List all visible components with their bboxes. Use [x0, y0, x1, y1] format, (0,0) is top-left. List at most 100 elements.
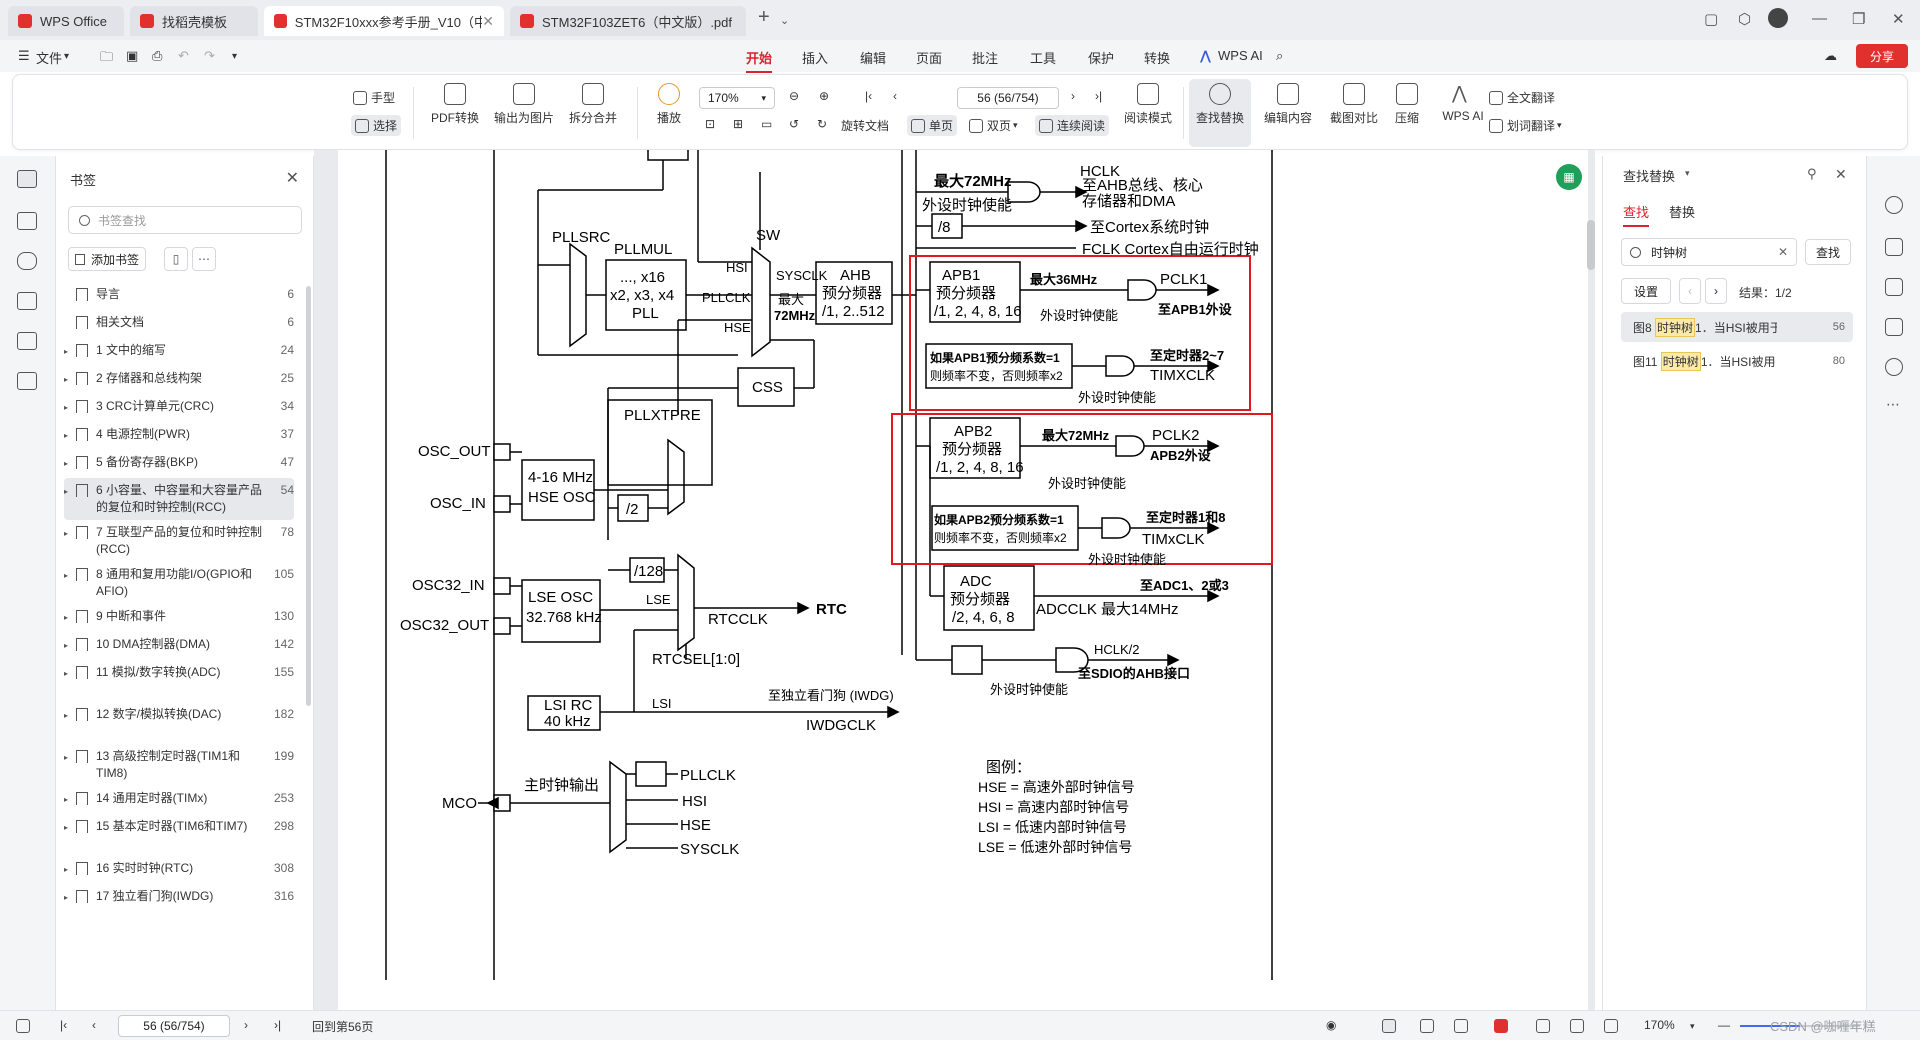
- search-icon[interactable]: ⌕: [1276, 48, 1283, 64]
- expand-arrow-icon[interactable]: ▸: [64, 861, 74, 878]
- avatar[interactable]: [1768, 8, 1788, 28]
- screenshot-compare-button[interactable]: 截图对比: [1323, 83, 1385, 126]
- menu-protect[interactable]: 保护: [1088, 48, 1114, 67]
- bookmark-item[interactable]: ▸ 13 高级控制定时器(TIM1和TIM8) 199: [64, 744, 294, 786]
- hand-tool-button[interactable]: 手型: [353, 89, 395, 106]
- open-folder-icon[interactable]: 🗀: [100, 48, 113, 70]
- wps-ai-button[interactable]: ⋀ WPS AI: [1433, 83, 1493, 123]
- double-page-button[interactable]: 双页 ▾: [969, 117, 1018, 134]
- fit-icon[interactable]: ⊡: [705, 117, 715, 131]
- bookmark-item[interactable]: ▸ 10 DMA控制器(DMA) 142: [64, 632, 294, 658]
- layers-icon[interactable]: [17, 372, 37, 390]
- expand-arrow-icon[interactable]: ▸: [64, 819, 74, 836]
- expand-arrow-icon[interactable]: ▸: [64, 637, 74, 654]
- back-to-page-link[interactable]: 回到第56页: [312, 1018, 373, 1035]
- edit-content-button[interactable]: 编辑内容: [1257, 83, 1319, 126]
- undo-icon[interactable]: ↶: [178, 48, 189, 64]
- next-page-icon[interactable]: ›: [1071, 89, 1075, 103]
- pin-icon[interactable]: ⚲: [1807, 166, 1817, 182]
- expand-arrow-icon[interactable]: ▸: [64, 371, 74, 388]
- expand-arrow-icon[interactable]: ▸: [64, 525, 74, 542]
- bookmark-item[interactable]: ▸ 12 数字/模拟转换(DAC) 182: [64, 702, 294, 728]
- full-translate-button[interactable]: 全文翻译: [1489, 89, 1555, 106]
- last-page-icon[interactable]: ›|: [1095, 89, 1102, 103]
- clear-icon[interactable]: ✕: [1778, 245, 1788, 259]
- menu-tools[interactable]: 工具: [1030, 48, 1056, 67]
- bookmark-item[interactable]: ▸ 3 CRC计算单元(CRC) 34: [64, 394, 294, 420]
- expand-arrow-icon[interactable]: ▸: [64, 567, 74, 584]
- crop-icon[interactable]: [1604, 1019, 1618, 1033]
- bookmark-item[interactable]: ▸ 5 备份寄存器(BKP) 47: [64, 450, 294, 476]
- prev-result-icon[interactable]: ‹: [1679, 278, 1701, 304]
- search-result-item[interactable]: 图8 时钟树 1．当HSI被用于 56: [1621, 312, 1853, 342]
- bookmark-item[interactable]: 导言 6: [64, 282, 294, 307]
- pdf-convert-button[interactable]: PDF转换: [425, 83, 485, 126]
- layout-icon[interactable]: ▢: [1704, 10, 1718, 28]
- tab-find[interactable]: 查找: [1623, 202, 1650, 227]
- bookmark-item[interactable]: ▸ 6 小容量、中容量和大容量产品的复位和时钟控制(RCC) 54: [64, 478, 294, 520]
- search-result-item[interactable]: 图11 时钟树 1．当HSI被用 80: [1621, 346, 1853, 376]
- file-menu[interactable]: 文件: [36, 48, 62, 67]
- transform-icon[interactable]: [1885, 238, 1903, 256]
- add-bookmark-button[interactable]: 添加书签: [68, 247, 147, 271]
- zoom-out-icon[interactable]: —: [1718, 1018, 1730, 1032]
- fit-width-icon[interactable]: [1536, 1019, 1550, 1033]
- rotate-right-icon[interactable]: ↻: [817, 117, 827, 131]
- rotate-left-icon[interactable]: ↺: [789, 117, 799, 131]
- bookmark-item[interactable]: ▸ 4 电源控制(PWR) 37: [64, 422, 294, 448]
- menu-page[interactable]: 页面: [916, 48, 942, 67]
- search-icon[interactable]: [1885, 196, 1903, 214]
- menu-start[interactable]: 开始: [746, 48, 773, 73]
- status-page-input[interactable]: 56 (56/754): [118, 1015, 230, 1037]
- play-button[interactable]: 播放: [649, 83, 689, 126]
- bookmark-item[interactable]: 相关文档 6: [64, 310, 294, 335]
- expand-arrow-icon[interactable]: ▸: [64, 455, 74, 472]
- expand-arrow-icon[interactable]: ▸: [64, 399, 74, 416]
- first-page-icon[interactable]: |‹: [865, 89, 872, 103]
- chevron-down-icon[interactable]: ▾: [1685, 168, 1690, 179]
- attachment-icon[interactable]: [17, 292, 37, 310]
- word-translate-button[interactable]: 划词翻译 ▾: [1489, 117, 1562, 134]
- crop-icon[interactable]: ⊞: [733, 117, 743, 131]
- find-input[interactable]: 时钟树 ✕: [1621, 238, 1797, 266]
- settings-button[interactable]: 设置: [1621, 278, 1671, 304]
- zoom-out-icon[interactable]: ⊖: [789, 89, 799, 103]
- rotate-document-button[interactable]: 旋转文档: [841, 117, 889, 134]
- help-icon[interactable]: [1885, 358, 1903, 376]
- bookmark-item[interactable]: ▸ 11 模拟/数字转换(ADC) 155: [64, 660, 294, 686]
- page-number-input[interactable]: 56 (56/754): [957, 87, 1059, 109]
- bookmark-item[interactable]: ▸ 9 中断和事件 130: [64, 604, 294, 630]
- spreadsheet-icon[interactable]: ▦: [1556, 164, 1582, 190]
- cloud-icon[interactable]: ☁: [1824, 48, 1837, 64]
- bookmark-search-input[interactable]: 书签查找: [68, 206, 302, 234]
- sidebar-toggle-icon[interactable]: [16, 1019, 30, 1033]
- cube-icon[interactable]: ⬡: [1738, 10, 1751, 28]
- document-scrollbar[interactable]: [1587, 220, 1595, 270]
- prev-page-icon[interactable]: ‹: [893, 89, 897, 103]
- bookmark-item[interactable]: ▸ 2 存储器和总线构架 25: [64, 366, 294, 392]
- chevron-down-icon[interactable]: ▾: [64, 51, 69, 62]
- fit-page-icon[interactable]: ▭: [761, 117, 772, 131]
- expand-arrow-icon[interactable]: ▸: [64, 609, 74, 626]
- menu-convert[interactable]: 转换: [1144, 48, 1170, 67]
- compress-button[interactable]: 压缩: [1387, 83, 1427, 126]
- chevron-down-icon[interactable]: ⌄: [780, 14, 789, 27]
- hamburger-icon[interactable]: ☰: [18, 48, 30, 64]
- bookmark-icon[interactable]: [17, 170, 37, 188]
- close-tab-icon[interactable]: ✕: [482, 13, 494, 30]
- bookmark-item[interactable]: ▸ 16 实时时钟(RTC) 308: [64, 856, 294, 882]
- next-page-icon[interactable]: ›: [244, 1018, 248, 1032]
- thumbnail-icon[interactable]: [17, 212, 37, 230]
- fit-page-icon[interactable]: [1570, 1019, 1584, 1033]
- continuous-read-button[interactable]: 连续阅读: [1035, 115, 1110, 136]
- tab-wps-office[interactable]: WPS Office: [8, 6, 124, 36]
- expand-arrow-icon[interactable]: ▸: [64, 343, 74, 360]
- first-page-icon[interactable]: |‹: [60, 1018, 67, 1032]
- bookmark-icon[interactable]: ▯: [164, 247, 188, 271]
- next-result-icon[interactable]: ›: [1705, 278, 1727, 304]
- find-button[interactable]: 查找: [1805, 239, 1851, 265]
- split-merge-button[interactable]: 拆分合并: [561, 83, 625, 126]
- eye-icon[interactable]: ◉: [1326, 1018, 1336, 1032]
- new-tab-icon[interactable]: +: [758, 6, 770, 29]
- expand-arrow-icon[interactable]: ▸: [64, 665, 74, 682]
